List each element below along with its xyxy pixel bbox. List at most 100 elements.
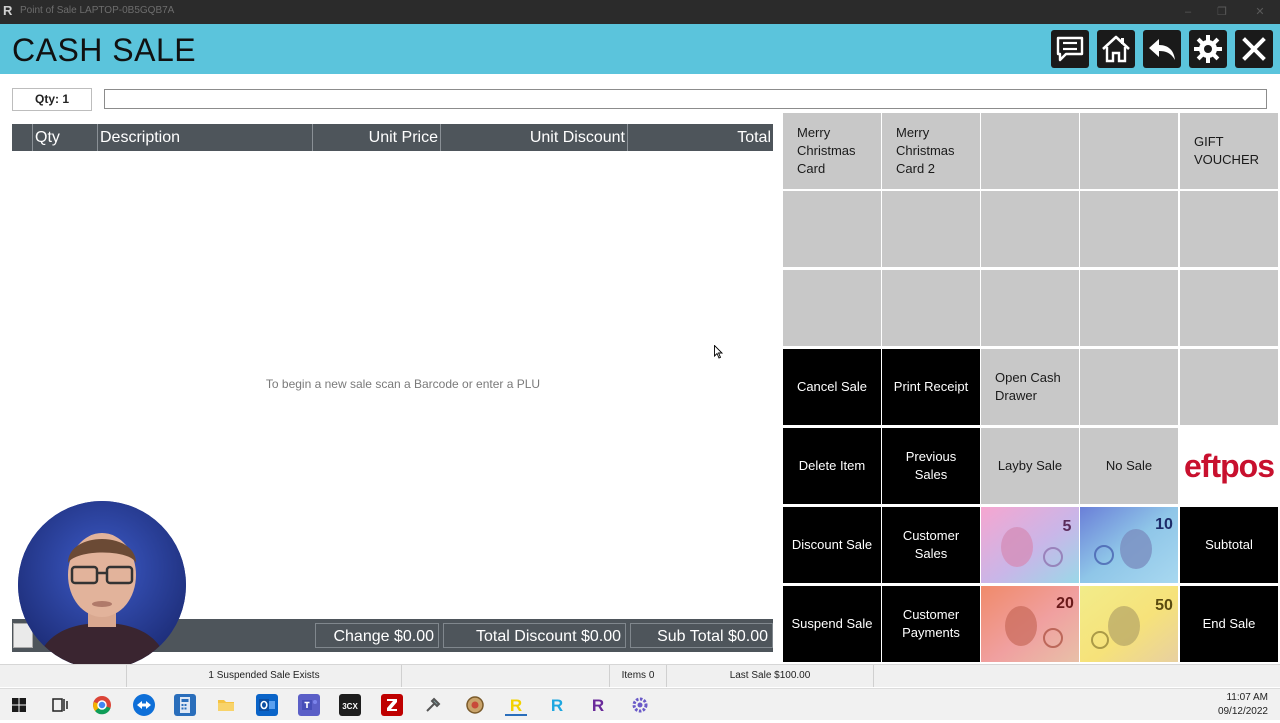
back-button[interactable] [1143, 30, 1181, 68]
empty-hotkey-button[interactable] [1180, 270, 1278, 346]
home-button[interactable] [1097, 30, 1135, 68]
merry-christmas-card-button[interactable]: Merry Christmas Card [783, 113, 881, 189]
gift-voucher-button[interactable]: GIFT VOUCHER [1180, 113, 1278, 189]
customer-payments-button[interactable]: Customer Payments [882, 586, 980, 662]
presenter-image [18, 501, 186, 669]
five-dollar-note-button[interactable]: 5 [981, 507, 1079, 583]
window-title: Point of Sale LAPTOP-0B5GQB7A [20, 5, 175, 16]
column-unit-discount[interactable]: Unit Discount [441, 124, 628, 151]
note-value: 50 [1155, 597, 1173, 614]
settings-icon [1194, 35, 1222, 63]
outlook-icon[interactable] [256, 694, 278, 716]
settings-cog-icon[interactable] [629, 694, 651, 716]
app-icon[interactable] [464, 694, 486, 716]
sale-grid-header: Qty Description Unit Price Unit Discount… [12, 124, 773, 151]
discount-sale-button[interactable]: Discount Sale [783, 507, 881, 583]
status-segment [402, 665, 610, 687]
empty-hotkey-button[interactable] [981, 191, 1079, 267]
empty-hotkey-button[interactable] [1180, 191, 1278, 267]
layby-sale-button[interactable]: Layby Sale [981, 428, 1079, 504]
svg-text:R: R [551, 696, 563, 715]
mouse-cursor-icon [714, 345, 724, 359]
column-qty[interactable]: Qty [33, 124, 98, 151]
sub-total: Sub Total $0.00 [630, 623, 773, 648]
column-total[interactable]: Total [628, 124, 773, 151]
ten-dollar-note-icon: 10 [1080, 507, 1178, 583]
clock-date[interactable]: 09/12/2022 [1218, 706, 1268, 717]
close-icon [1242, 37, 1266, 61]
empty-hotkey-button[interactable] [1080, 191, 1178, 267]
fifty-dollar-note-button[interactable]: 50 [1080, 586, 1178, 662]
last-sale-amount: Last Sale $100.00 [667, 665, 874, 687]
empty-hotkey-button[interactable] [882, 270, 980, 346]
open-cash-drawer-button[interactable]: Open Cash Drawer [981, 349, 1079, 425]
column-description[interactable]: Description [98, 124, 313, 151]
twenty-dollar-note-icon: 20 [981, 586, 1079, 662]
suspend-sale-button[interactable]: Suspend Sale [783, 586, 881, 662]
chrome-icon[interactable] [91, 694, 113, 716]
subtotal-button[interactable]: Subtotal [1180, 507, 1278, 583]
status-bar: 1 Suspended Sale Exists Items 0 Last Sal… [0, 664, 1280, 687]
eftpos-button[interactable]: eftpos [1180, 428, 1278, 504]
empty-hotkey-button[interactable] [882, 191, 980, 267]
total-discount: Total Discount $0.00 [443, 623, 626, 648]
tool-icon[interactable] [422, 694, 444, 716]
window-titlebar: R Point of Sale LAPTOP-0B5GQB7A – ❐ ✕ [0, 0, 1280, 24]
empty-hotkey-button[interactable] [783, 191, 881, 267]
cancel-sale-button[interactable]: Cancel Sale [783, 349, 881, 425]
qty-indicator[interactable]: Qty: 1 [12, 88, 92, 111]
back-icon [1149, 39, 1175, 60]
empty-hotkey-button[interactable] [1080, 349, 1178, 425]
close-button[interactable] [1235, 30, 1273, 68]
empty-hotkey-button[interactable] [981, 113, 1079, 189]
empty-hotkey-button[interactable] [1080, 270, 1178, 346]
settings-button[interactable] [1189, 30, 1227, 68]
windows-taskbar: 3CX R R R 11:07 AM 09/12/2022 [0, 688, 1280, 720]
eftpos-logo: eftpos [1184, 448, 1275, 484]
customer-sales-button[interactable]: Customer Sales [882, 507, 980, 583]
svg-text:R: R [592, 696, 604, 715]
empty-hotkey-button[interactable] [1180, 349, 1278, 425]
plu-input[interactable] [104, 89, 1267, 109]
status-segment [0, 665, 127, 687]
file-explorer-icon[interactable] [215, 694, 237, 716]
twenty-dollar-note-button[interactable]: 20 [981, 586, 1079, 662]
clock-time[interactable]: 11:07 AM [1226, 692, 1268, 703]
empty-sale-message: To begin a new sale scan a Barcode or en… [265, 377, 541, 391]
no-sale-button[interactable]: No Sale [1080, 428, 1178, 504]
teamviewer-icon[interactable] [133, 694, 155, 716]
five-dollar-note-icon: 5 [981, 507, 1079, 583]
maximize-button[interactable]: ❐ [1214, 4, 1230, 20]
suspended-sales-status[interactable]: 1 Suspended Sale Exists [127, 665, 402, 687]
filezilla-icon[interactable] [381, 694, 403, 716]
chat-icon [1056, 36, 1084, 62]
3cx-icon[interactable]: 3CX [339, 694, 361, 716]
end-sale-button[interactable]: End Sale [1180, 586, 1278, 662]
window-close-button[interactable]: ✕ [1252, 4, 1268, 20]
print-receipt-button[interactable]: Print Receipt [882, 349, 980, 425]
merry-christmas-card-2-button[interactable]: Merry Christmas Card 2 [882, 113, 980, 189]
column-unit-price[interactable]: Unit Price [313, 124, 441, 151]
items-count: Items 0 [610, 665, 667, 687]
page-title: CASH SALE [12, 32, 197, 68]
r-yellow-icon[interactable]: R [505, 694, 527, 716]
previous-sales-button[interactable]: Previous Sales [882, 428, 980, 504]
chat-button[interactable] [1051, 30, 1089, 68]
r-purple-icon[interactable]: R [587, 694, 609, 716]
empty-hotkey-button[interactable] [981, 270, 1079, 346]
delete-item-button[interactable]: Delete Item [783, 428, 881, 504]
windows-start-icon[interactable] [8, 694, 30, 716]
minimize-button[interactable]: – [1180, 4, 1196, 20]
row-selector-column [12, 124, 33, 151]
calculator-icon[interactable] [174, 694, 196, 716]
change-total: Change $0.00 [315, 623, 439, 648]
task-view-icon[interactable] [49, 694, 71, 716]
empty-hotkey-button[interactable] [1080, 113, 1178, 189]
empty-hotkey-button[interactable] [783, 270, 881, 346]
svg-text:3CX: 3CX [342, 702, 358, 711]
r-blue-icon[interactable]: R [546, 694, 568, 716]
fifty-dollar-note-icon: 50 [1080, 586, 1178, 662]
teams-icon[interactable] [298, 694, 320, 716]
note-value: 10 [1155, 516, 1173, 533]
ten-dollar-note-button[interactable]: 10 [1080, 507, 1178, 583]
